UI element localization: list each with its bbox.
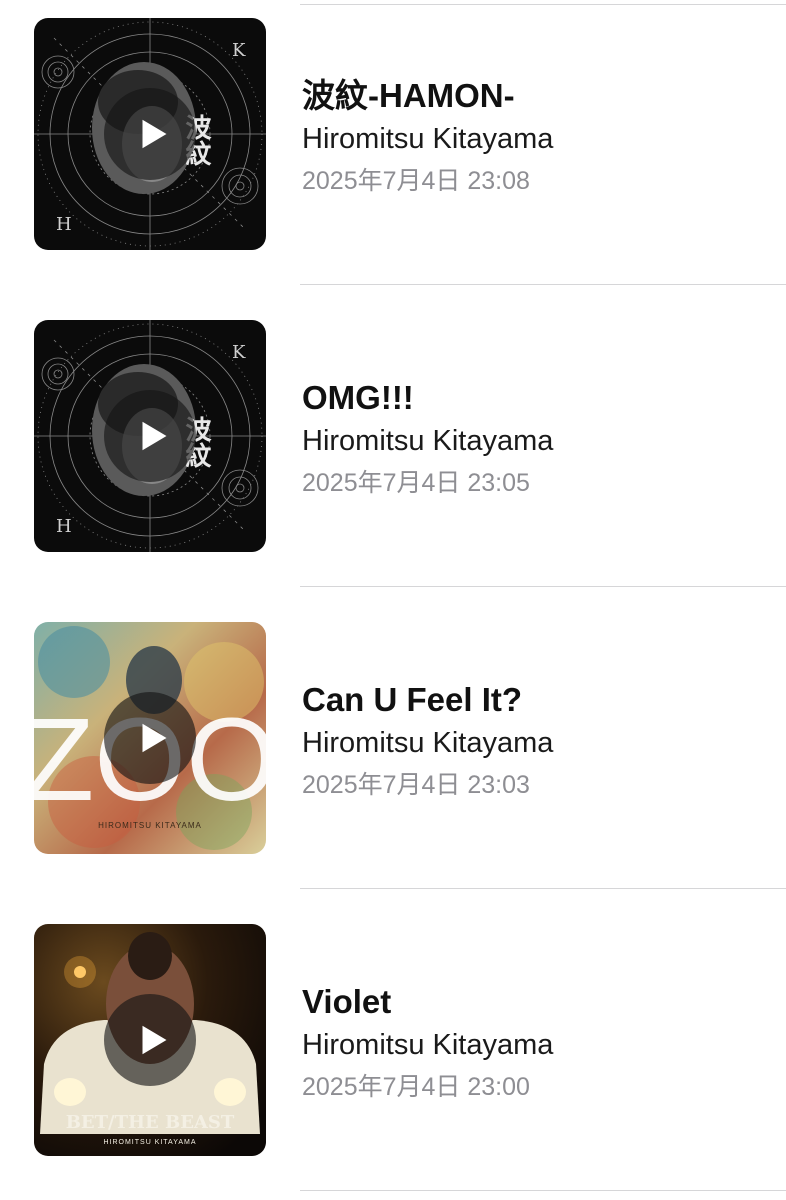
- track-title: Can U Feel It?: [302, 681, 523, 718]
- track-date: 2025年7月4日 23:00: [302, 1073, 530, 1101]
- track-info: 波紋-HAMON- Hiromitsu Kitayama 2025年7月4日 2…: [302, 75, 772, 199]
- artwork-letter: H: [56, 214, 72, 235]
- artwork-caption: HIROMITSU KITAYAMA: [98, 821, 202, 830]
- play-button[interactable]: [104, 88, 196, 180]
- track-title: OMG!!!: [302, 379, 414, 416]
- track-artist: Hiromitsu Kitayama: [302, 123, 554, 155]
- list-item[interactable]: ZOO HIROMITSU KITAYAMA Can U Feel It? Hi…: [0, 607, 786, 909]
- artwork-caption: HIROMITSU KITAYAMA: [103, 1139, 196, 1146]
- album-artwork-hamon[interactable]: 波紋 K H: [34, 320, 266, 552]
- track-artist: Hiromitsu Kitayama: [302, 1029, 554, 1061]
- divider: [300, 1190, 786, 1191]
- divider: [300, 586, 786, 587]
- track-info: Can U Feel It? Hiromitsu Kitayama 2025年7…: [302, 679, 772, 803]
- artwork-title: BET/THE BEAST: [66, 1112, 235, 1133]
- play-icon: [142, 723, 167, 753]
- track-artist: Hiromitsu Kitayama: [302, 727, 554, 759]
- album-artwork-bet-the-beast[interactable]: BET/THE BEAST HIROMITSU KITAYAMA: [34, 924, 266, 1156]
- track-info: OMG!!! Hiromitsu Kitayama 2025年7月4日 23:0…: [302, 377, 772, 501]
- play-icon: [142, 119, 167, 149]
- play-button[interactable]: [104, 994, 196, 1086]
- track-date: 2025年7月4日 23:05: [302, 469, 530, 497]
- album-artwork-hamon[interactable]: 波紋 K H: [34, 18, 266, 250]
- divider: [300, 888, 786, 889]
- track-title: 波紋-HAMON-: [302, 77, 515, 114]
- divider: [300, 284, 786, 285]
- list-item[interactable]: 波紋 K H 波紋-HAMON- Hiromitsu Kitayama 2025…: [0, 3, 786, 305]
- album-artwork-zoo[interactable]: ZOO HIROMITSU KITAYAMA: [34, 622, 266, 854]
- track-list: 波紋 K H 波紋-HAMON- Hiromitsu Kitayama 2025…: [0, 0, 786, 1200]
- track-artist: Hiromitsu Kitayama: [302, 425, 554, 457]
- play-icon: [142, 421, 167, 451]
- track-date: 2025年7月4日 23:08: [302, 167, 530, 195]
- artwork-letter: H: [56, 516, 72, 537]
- artwork-letter: K: [232, 342, 246, 363]
- track-title: Violet: [302, 983, 392, 1020]
- list-item[interactable]: 波紋 K H OMG!!! Hiromitsu Kitayama 2025年7月…: [0, 305, 786, 607]
- track-info: Violet Hiromitsu Kitayama 2025年7月4日 23:0…: [302, 981, 772, 1105]
- list-item[interactable]: BET/THE BEAST HIROMITSU KITAYAMA Violet …: [0, 909, 786, 1200]
- play-button[interactable]: [104, 692, 196, 784]
- play-button[interactable]: [104, 390, 196, 482]
- play-icon: [142, 1025, 167, 1055]
- artwork-letter: K: [232, 40, 246, 61]
- track-date: 2025年7月4日 23:03: [302, 771, 530, 799]
